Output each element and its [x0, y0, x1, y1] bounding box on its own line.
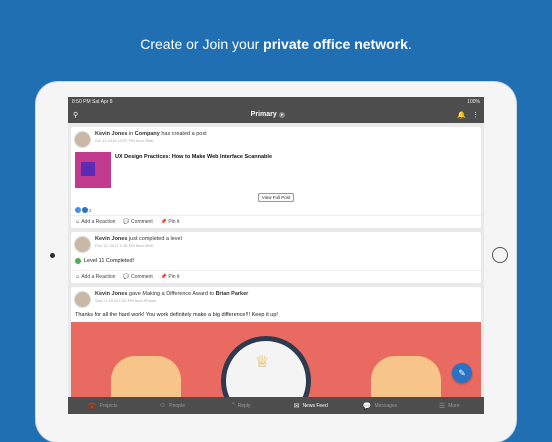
post-message: Thanks for all the hard work! You work d… [75, 312, 278, 318]
post-author[interactable]: Kevin Jones [95, 291, 127, 297]
post-group[interactable]: Company [135, 131, 160, 137]
headline: Create or Join your private office netwo… [0, 36, 552, 52]
post-action: gave Making a Difference Award to [127, 291, 216, 297]
post-actions: ☺ Add a Reaction 💬 Comment 📌 Pin it [71, 215, 481, 228]
post-author[interactable]: Kevin Jones [95, 131, 127, 137]
status-bar: 8:50 PM Sat Apr 8 100% [68, 97, 484, 106]
post-actions: ☺ Add a Reaction 💬 Comment 📌 Pin it [71, 270, 481, 283]
award-recipient[interactable]: Brian Parker [216, 291, 249, 297]
post-card: Kevin Jones just completed a level Feb 1… [71, 232, 481, 283]
post-action: has created a post [159, 131, 207, 137]
chat-icon: 💬 [362, 402, 372, 410]
post-meta: Feb 13, 2017 1:38 PM from Web [95, 243, 153, 248]
tab-messages[interactable]: 💬 Messages [345, 397, 414, 414]
post-card: Kevin Jones gave Making a Difference Awa… [71, 287, 481, 400]
pin-button[interactable]: 📌 Pin it [161, 274, 180, 280]
like-reaction-icon [75, 207, 81, 213]
quote-icon: “ [232, 402, 235, 409]
bell-icon[interactable]: 🔔 [457, 111, 466, 119]
tab-news-feed[interactable]: ✉ News Feed [276, 397, 345, 414]
tab-label: More [448, 402, 460, 409]
tab-more[interactable]: ☰ More [415, 397, 484, 414]
avatar[interactable] [74, 131, 91, 148]
tab-bar: 💼 Projects ☺ People “Reply ✉ News Feed 💬 Mes… [68, 397, 484, 414]
hand-illustration [371, 356, 441, 400]
reaction-summary[interactable]: 2 [71, 205, 481, 215]
search-icon[interactable]: ⚲ [73, 111, 78, 119]
inbox-icon: ✉ [293, 402, 300, 410]
camera-dot [50, 253, 55, 258]
love-reaction-icon [82, 207, 88, 213]
award-image[interactable]: ♕ [71, 322, 481, 400]
compose-button[interactable]: ✎ [452, 363, 472, 383]
tab-reply[interactable]: “Reply [207, 397, 276, 414]
comment-button[interactable]: 💬 Comment [123, 219, 152, 225]
comment-button[interactable]: 💬 Comment [123, 274, 152, 280]
crown-icon: ♕ [255, 354, 270, 371]
add-reaction-label: Add a Reaction [81, 219, 116, 225]
view-full-post-button[interactable]: View Full Post [257, 193, 295, 202]
post-meta: Sep 21 2016 1:52 PM from iPhone [95, 298, 157, 303]
edit-icon: ✎ [458, 368, 466, 378]
status-time: 8:50 PM [72, 98, 91, 105]
tab-label: Messages [374, 402, 398, 409]
post-thumbnail[interactable] [75, 152, 111, 188]
app-screen: 8:50 PM Sat Apr 8 100% ⚲ Primary ▾ 🔔 ⋮ Ke… [68, 97, 484, 414]
tab-label: Reply [237, 402, 251, 409]
post-in-word: in [127, 131, 135, 137]
chevron-down-icon: ▾ [278, 111, 285, 118]
more-vertical-icon[interactable]: ⋮ [472, 111, 479, 119]
level-text: Level 11 Completed! [84, 258, 135, 264]
reaction-count: 2 [89, 207, 92, 213]
status-date: Sat Apr 8 [92, 98, 113, 105]
home-button [492, 247, 508, 263]
level-badge-icon [75, 258, 81, 264]
pin-button[interactable]: 📌 Pin it [161, 219, 180, 225]
avatar[interactable] [74, 291, 91, 308]
avatar[interactable] [74, 236, 91, 253]
network-title: Primary [250, 111, 277, 118]
pin-label: Pin it [168, 219, 180, 225]
person-icon: ☺ [159, 402, 167, 409]
tab-label: News Feed [302, 402, 328, 409]
comment-label: Comment [131, 219, 153, 225]
news-feed: Kevin Jones in Company has created a pos… [68, 125, 484, 404]
tab-people[interactable]: ☺ People [137, 397, 206, 414]
hand-illustration [111, 356, 181, 400]
post-author[interactable]: Kevin Jones [95, 236, 127, 242]
pin-label: Pin it [168, 274, 180, 280]
menu-icon: ☰ [438, 402, 446, 410]
post-card: Kevin Jones in Company has created a pos… [71, 127, 481, 228]
level-completed: Level 11 Completed! [71, 255, 481, 270]
headline-prefix: Create or Join your [140, 36, 264, 52]
briefcase-icon: 💼 [87, 402, 97, 410]
post-action: just completed a level [127, 236, 182, 242]
top-bar: ⚲ Primary ▾ 🔔 ⋮ [68, 106, 484, 123]
tab-projects[interactable]: 💼 Projects [68, 397, 137, 414]
post-meta: Oct 11 2016 12:57 PM from Web [95, 138, 154, 143]
headline-bold: private office network [263, 36, 408, 52]
headline-suffix: . [407, 36, 412, 52]
add-reaction-label: Add a Reaction [81, 274, 116, 280]
network-selector[interactable]: Primary ▾ [251, 111, 285, 118]
add-reaction-button[interactable]: ☺ Add a Reaction [75, 219, 115, 225]
comment-label: Comment [131, 274, 153, 280]
post-title[interactable]: UX Design Practices: How to Make Web Int… [115, 152, 272, 188]
tab-label: People [169, 402, 185, 409]
battery-level: 100% [467, 98, 480, 105]
tab-label: Projects [99, 402, 118, 409]
add-reaction-button[interactable]: ☺ Add a Reaction [75, 274, 115, 280]
